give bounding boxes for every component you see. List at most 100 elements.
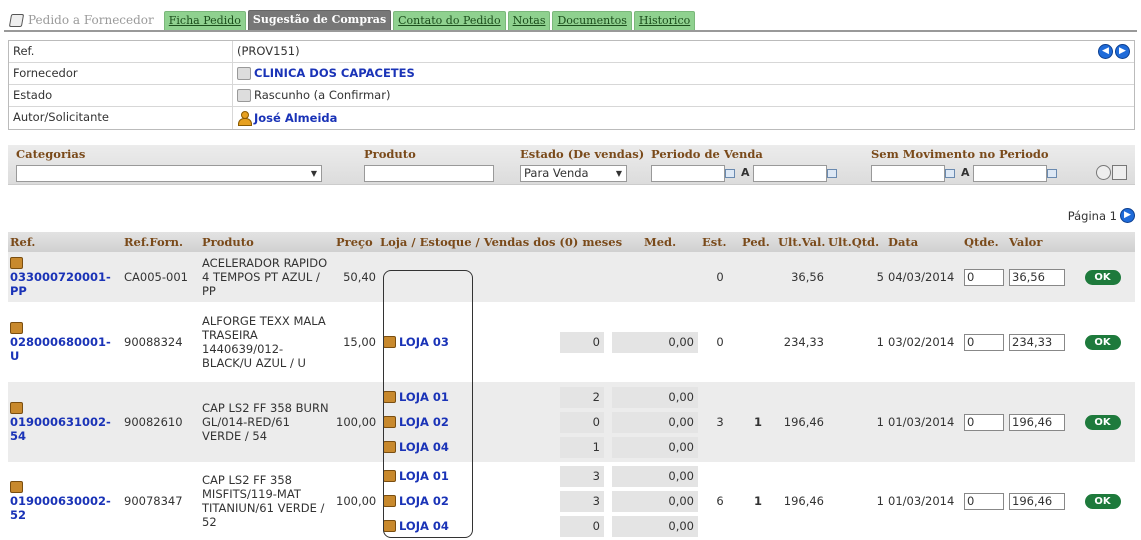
- loja-med: 0,00: [612, 386, 698, 408]
- tab-historico[interactable]: Historico: [633, 11, 696, 30]
- valor-input[interactable]: 196,46: [1009, 492, 1065, 510]
- product-box-icon: [10, 322, 23, 334]
- preco: 100,00: [334, 382, 378, 462]
- estado-filter-label: Estado (De vendas): [520, 147, 645, 161]
- produto-input[interactable]: [364, 165, 494, 182]
- sem-mov-to-input[interactable]: [973, 165, 1047, 182]
- ok-button[interactable]: OK: [1084, 335, 1121, 350]
- categorias-select[interactable]: [16, 165, 322, 182]
- periodo-from-input[interactable]: [651, 165, 725, 182]
- col-ref[interactable]: Ref.: [8, 232, 122, 252]
- ok-button[interactable]: OK: [1084, 415, 1121, 430]
- col-ped[interactable]: Ped.: [740, 232, 776, 252]
- lojas-cell: LOJA 03 0 0,00: [378, 302, 700, 382]
- loja-qty: 1: [560, 436, 604, 458]
- col-ref-forn[interactable]: Ref.Forn.: [122, 232, 200, 252]
- valor-input[interactable]: 196,46: [1009, 413, 1065, 431]
- table-row: 033000720001-PP CA005-001 ACELERADOR RAP…: [8, 252, 1135, 302]
- fornecedor-label: Fornecedor: [9, 63, 233, 84]
- loja-link[interactable]: LOJA 01: [399, 390, 449, 404]
- product-ref-link[interactable]: 028000680001-U: [10, 335, 111, 363]
- produto-name: ALFORGE TEXX MALA TRASEIRA 1440639/012-B…: [200, 302, 334, 382]
- ok-button[interactable]: OK: [1084, 494, 1121, 509]
- col-preco[interactable]: Preço: [334, 232, 378, 252]
- tab-documentos[interactable]: Documentos: [552, 11, 632, 30]
- periodo-a: A: [741, 166, 750, 179]
- autor-link[interactable]: José Almeida: [254, 110, 337, 127]
- estado-select[interactable]: Para Venda: [520, 165, 627, 182]
- loja-med: 0,00: [612, 331, 698, 353]
- search-icon[interactable]: [1096, 165, 1111, 180]
- qtde-input[interactable]: 0: [964, 333, 1004, 351]
- next-page-icon[interactable]: ▶: [1120, 208, 1135, 223]
- valor-input[interactable]: 36,56: [1009, 268, 1065, 286]
- loja-link[interactable]: LOJA 04: [399, 440, 449, 454]
- ult-qtd: 5: [826, 252, 886, 302]
- ref-value: (PROV151): [237, 44, 300, 58]
- loja-qty: 3: [560, 465, 604, 487]
- qtde-input[interactable]: 0: [964, 413, 1004, 431]
- col-ult-val[interactable]: Ult.Val.: [776, 232, 826, 252]
- previous-icon[interactable]: ◀: [1098, 44, 1113, 59]
- document-icon: [8, 13, 25, 27]
- col-med[interactable]: Med.: [642, 232, 700, 252]
- ult-val: 234,33: [776, 302, 826, 382]
- tab-ficha-pedido[interactable]: Ficha Pedido: [163, 11, 246, 30]
- loja-row: LOJA 04 0 0,00: [380, 514, 698, 539]
- col-produto[interactable]: Produto: [200, 232, 334, 252]
- produto-name: ACELERADOR RAPIDO 4 TEMPOS PT AZUL / PP: [200, 252, 334, 302]
- tab-notas[interactable]: Notas: [507, 11, 551, 30]
- clear-icon[interactable]: [1112, 165, 1127, 180]
- est: 6: [700, 462, 740, 540]
- loja-qty: 2: [560, 386, 604, 408]
- qtde-input[interactable]: 0: [964, 492, 1004, 510]
- col-valor[interactable]: Valor: [1007, 232, 1070, 252]
- loja-link[interactable]: LOJA 03: [399, 335, 449, 349]
- col-data[interactable]: Data: [886, 232, 962, 252]
- loja-row: LOJA 04 1 0,00: [380, 435, 698, 460]
- product-box-icon: [10, 402, 23, 414]
- status-icon: [237, 89, 251, 102]
- sem-mov-from-input[interactable]: [871, 165, 945, 182]
- preco: 15,00: [334, 302, 378, 382]
- fornecedor-link[interactable]: CLINICA DOS CAPACETES: [254, 65, 415, 82]
- ult-val: 196,46: [776, 462, 826, 540]
- loja-link[interactable]: LOJA 02: [399, 494, 449, 508]
- table-row: 019000631002-54 90082610 CAP LS2 FF 358 …: [8, 382, 1135, 462]
- tab-sugestao-compras[interactable]: Sugestão de Compras: [247, 10, 392, 30]
- loja-row: LOJA 01 3 0,00: [380, 464, 698, 489]
- ped: 1: [740, 462, 776, 540]
- loja-row: LOJA 02 0 0,00: [380, 410, 698, 435]
- ref-forn: 90082610: [122, 382, 200, 462]
- product-ref-link[interactable]: 019000630002-52: [10, 494, 111, 522]
- calendar-icon[interactable]: [725, 169, 735, 178]
- loja-link[interactable]: LOJA 02: [399, 415, 449, 429]
- product-ref-link[interactable]: 019000631002-54: [10, 415, 111, 443]
- calendar-icon[interactable]: [1047, 169, 1057, 178]
- lojas-cell: LOJA 01 3 0,00 LOJA 02 3 0,00 LOJA 04 0 0,00: [378, 462, 700, 540]
- qtde-input[interactable]: 0: [964, 268, 1004, 286]
- data: 01/03/2014: [886, 462, 962, 540]
- col-loja: Loja / Estoque / Vendas dos (0) meses: [378, 232, 642, 252]
- company-icon: [237, 67, 251, 80]
- ok-button[interactable]: OK: [1084, 270, 1121, 285]
- col-ult-qtd[interactable]: Ult.Qtd.: [826, 232, 886, 252]
- ult-val: 196,46: [776, 382, 826, 462]
- col-qtde[interactable]: Qtde.: [962, 232, 1007, 252]
- loja-row: LOJA 02 3 0,00: [380, 489, 698, 514]
- calendar-icon[interactable]: [945, 169, 955, 178]
- product-box-icon: [10, 481, 23, 493]
- periodo-to-input[interactable]: [753, 165, 827, 182]
- tab-contato-pedido[interactable]: Contato do Pedido: [393, 11, 506, 30]
- preco: 100,00: [334, 462, 378, 540]
- products-table: Ref. Ref.Forn. Produto Preço Loja / Esto…: [8, 232, 1135, 540]
- page-label: Página 1: [1067, 208, 1117, 223]
- next-icon[interactable]: ▶: [1115, 44, 1130, 59]
- store-icon: [383, 441, 396, 453]
- calendar-icon[interactable]: [827, 169, 837, 178]
- loja-link[interactable]: LOJA 01: [399, 469, 449, 483]
- valor-input[interactable]: 234,33: [1009, 333, 1065, 351]
- col-est[interactable]: Est.: [700, 232, 740, 252]
- product-ref-link[interactable]: 033000720001-PP: [10, 270, 111, 298]
- loja-link[interactable]: LOJA 04: [399, 519, 449, 533]
